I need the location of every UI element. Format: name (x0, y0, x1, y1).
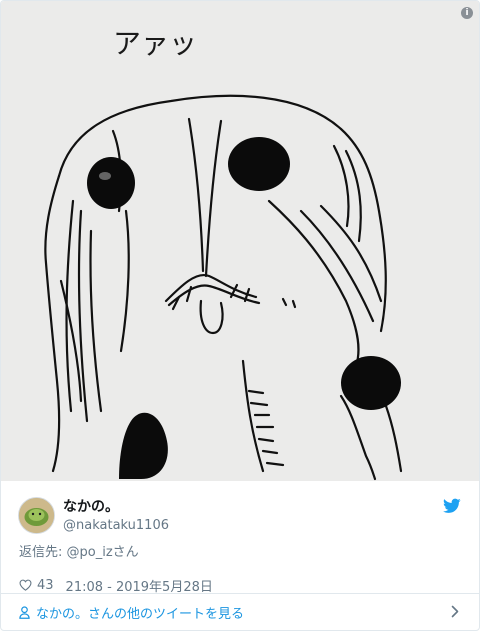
twitter-bird-icon[interactable] (443, 498, 461, 514)
chevron-right-icon (451, 605, 459, 618)
handwritten-text: アァッ (113, 27, 197, 60)
timestamp[interactable]: 21:08 - 2019年5月28日 (66, 576, 213, 595)
tweet-header: なかの。 @nakataku1106 (1, 481, 479, 539)
reply-to: 返信先: @po_izさん (1, 539, 479, 570)
display-name[interactable]: なかの。 (63, 498, 169, 516)
avatar[interactable] (18, 497, 55, 534)
user-handle[interactable]: @nakataku1106 (63, 517, 169, 535)
sketch-drawing: アァッ (44, 27, 403, 481)
more-tweets-label: なかの。さんの他のツイートを見る (36, 606, 245, 622)
tweet-image[interactable]: アァッ i (1, 1, 479, 481)
like-count[interactable]: 43 (37, 578, 54, 593)
tweet-card: アァッ i なかの。 @nakataku1106 返信先: @po_izさん 4… (0, 0, 480, 631)
info-icon[interactable]: i (461, 7, 473, 19)
heart-icon[interactable] (19, 579, 32, 591)
person-icon (19, 605, 30, 619)
more-tweets-link[interactable]: なかの。さんの他のツイートを見る (1, 593, 479, 630)
reply-user-link[interactable]: @po_izさん (67, 545, 139, 560)
reply-prefix: 返信先: (19, 545, 67, 560)
